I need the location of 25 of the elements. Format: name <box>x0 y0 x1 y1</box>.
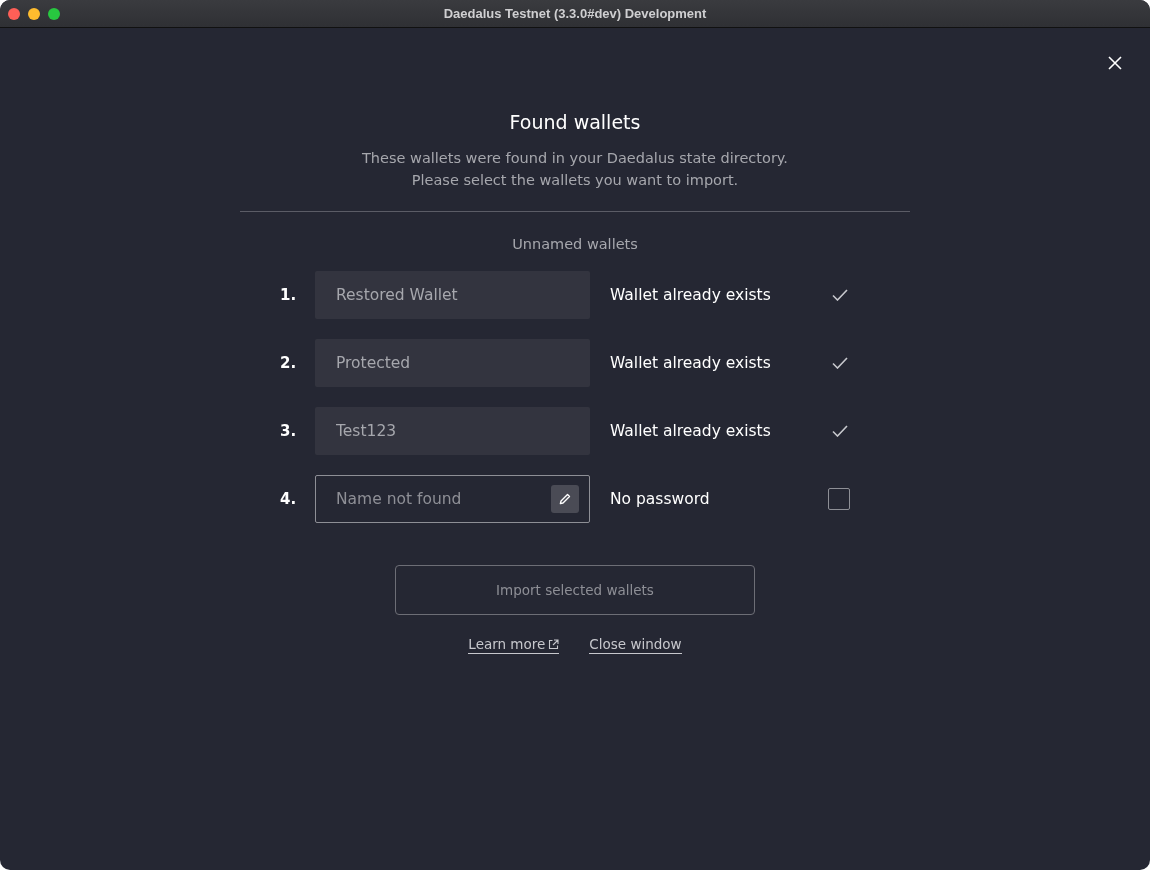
row-number: 4. <box>280 489 298 510</box>
link[interactable]: Learn more <box>468 635 560 655</box>
zoom-window-control[interactable] <box>48 7 60 20</box>
window-title: Daedalus Testnet (3.3.0#dev) Development <box>443 6 707 21</box>
checkmark-icon <box>832 357 848 370</box>
row-number: 3. <box>280 421 298 442</box>
checkmark-icon <box>832 289 848 302</box>
checkmark-icon <box>832 425 848 438</box>
section-heading: Unnamed wallets <box>512 234 638 254</box>
row-number: 2. <box>280 353 298 374</box>
close-window-control[interactable] <box>8 7 20 20</box>
edit-button[interactable] <box>551 485 579 514</box>
status-text: No password <box>610 488 711 510</box>
dialog-description: These wallets were found in your Daedalus state directory. Please select the wallets you want to import. <box>362 148 788 190</box>
dialog-title: Found wallets <box>509 110 641 135</box>
status-text: Wallet already exists <box>610 420 772 442</box>
checkbox[interactable] <box>828 488 850 511</box>
status-text: Wallet already exists <box>610 284 772 306</box>
status-text: Wallet already exists <box>610 352 772 374</box>
pencil-icon <box>559 493 571 506</box>
wallet-name-field[interactable]: Name not found <box>315 475 590 524</box>
external-link-icon <box>548 638 560 650</box>
link[interactable]: Close window <box>589 635 682 655</box>
minimize-window-control[interactable] <box>28 7 40 20</box>
row-number: 1. <box>280 285 298 306</box>
